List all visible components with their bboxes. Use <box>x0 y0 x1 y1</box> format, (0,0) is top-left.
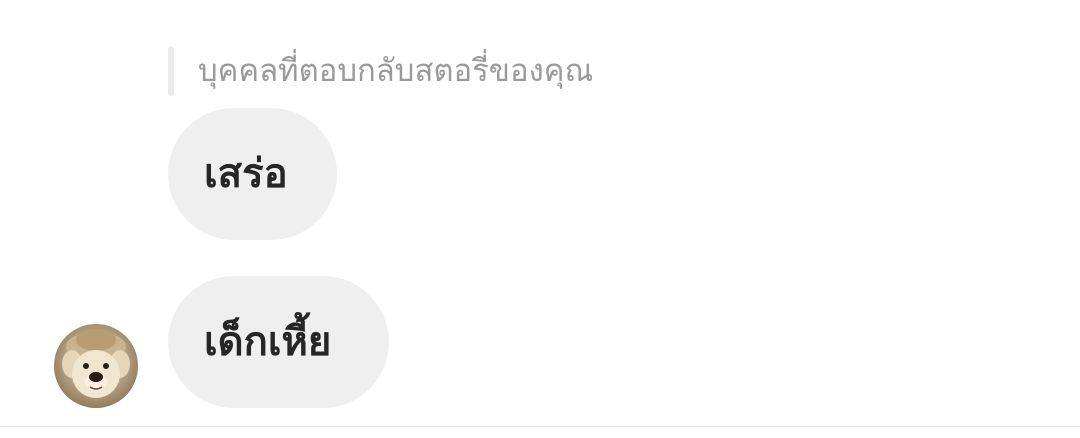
message-bubble[interactable]: เสร่อ <box>168 108 337 240</box>
message-text: เด็กเหี้ย <box>204 319 332 365</box>
story-reply-context: บุคคลที่ตอบกลับสตอรี่ของคุณ <box>168 46 593 96</box>
divider <box>0 426 1080 427</box>
reply-indicator-bar <box>168 46 174 96</box>
message-text: เสร่อ <box>204 151 288 197</box>
dog-avatar-icon <box>54 324 138 408</box>
story-reply-label: บุคคลที่ตอบกลับสตอรี่ของคุณ <box>198 52 594 89</box>
message-bubble[interactable]: เด็กเหี้ย <box>168 276 389 408</box>
sender-avatar[interactable] <box>54 324 138 408</box>
chat-thread: บุคคลที่ตอบกลับสตอรี่ของคุณ เสร่อ เด็กเห… <box>0 0 1080 438</box>
